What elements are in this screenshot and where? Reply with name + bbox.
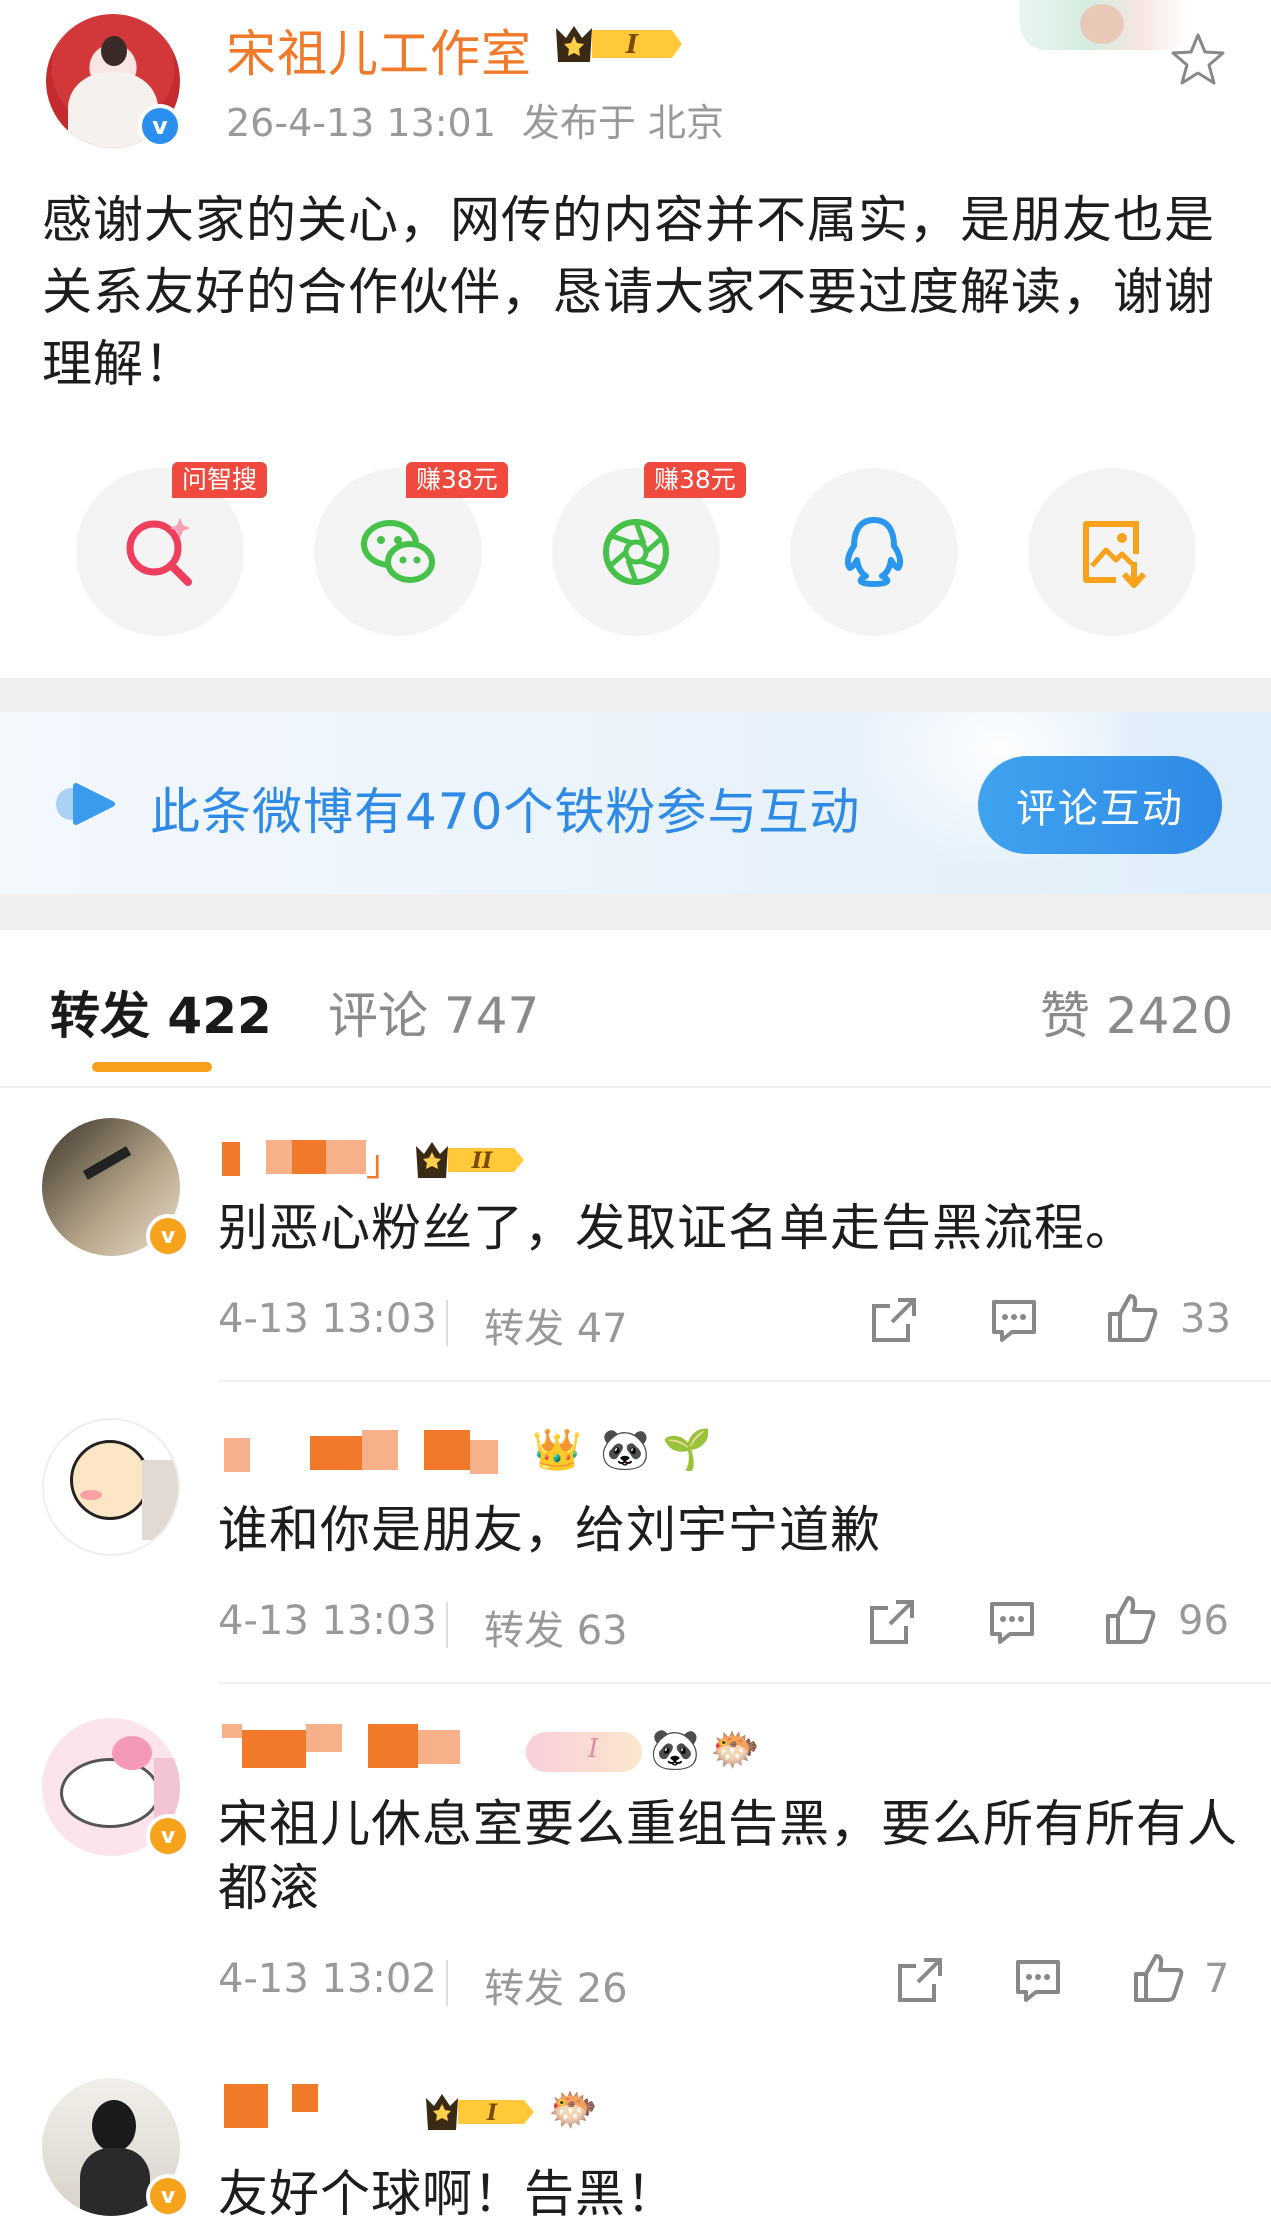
user-verified-icon: v [146,2174,190,2218]
favorite-star-icon[interactable] [1168,30,1228,90]
section-separator [0,678,1271,714]
repost-time: 4-13 13:03 [218,1598,437,1644]
like-icon[interactable] [1132,1952,1184,2004]
post-body-text: 感谢大家的关心，网传的内容并不属实，是朋友也是关系友好的合作伙伴，恳请大家不要过… [42,191,1215,393]
comment-icon[interactable] [988,1294,1040,1346]
user-vip-badge: I [426,2094,534,2130]
like-count: 7 [1204,1956,1230,2002]
author-name[interactable]: 宋祖儿工作室 [226,14,532,86]
post-date: 26-4-13 13:01 [226,101,496,145]
sprout-icon: 🌱 [662,1427,712,1473]
svg-text:I: I [625,30,639,60]
save-image-button[interactable] [1028,468,1196,636]
verified-icon: v [138,104,182,148]
panda-icon: 🐼 [650,1727,700,1773]
tab-repost[interactable]: 转发 422 [50,976,272,1048]
share-tag-ai: 问智搜 [172,462,268,498]
crown-badge-icon: 👑 [532,1427,582,1473]
repost-count[interactable]: 转发 63 [484,1598,628,1656]
user-vip-badge: II [416,1142,524,1178]
qq-icon [844,517,904,587]
vip-crown-icon[interactable]: I [552,20,684,68]
share-qq-button[interactable] [790,468,958,636]
panda-icon: 🐼 [600,1427,650,1473]
repost-count[interactable]: 转发 47 [484,1296,628,1354]
share-icon[interactable] [868,1294,920,1346]
decoration-face [1080,4,1124,44]
post-location: 发布于 北京 [521,101,724,145]
share-tag-moments: 赚38元 [644,462,746,498]
tab-divider [0,1086,1271,1088]
user-verified-icon: v [146,1814,190,1858]
comment-interact-button[interactable]: 评论互动 [978,756,1222,854]
user-avatar[interactable] [42,1418,180,1556]
fish-icon: 🐡 [710,1727,760,1773]
post-header: v 宋祖儿工作室 I 26-4-13 13:01 发布于 北京 [0,0,1271,160]
share-icon[interactable] [866,1596,918,1648]
section-separator [0,894,1271,930]
like-icon[interactable] [1106,1292,1158,1344]
repost-text: 别恶心粉丝了，发取证名单走告黑流程。 [218,1199,1136,1257]
like-count: 33 [1180,1296,1231,1342]
repost-text: 谁和你是朋友，给刘宇宁道歉 [218,1501,881,1559]
wechat-icon [361,520,435,583]
comment-icon[interactable] [986,1596,1038,1648]
share-tag-wechat: 赚38元 [406,462,508,498]
save-image-icon [1083,521,1147,588]
svg-text:II: II [471,1148,493,1174]
repost-text: 友好个球啊！告黑！ [218,2165,677,2223]
like-count: 96 [1178,1598,1229,1644]
active-tab-indicator [92,1062,212,1072]
share-row: 问智搜 赚38元 赚38元 [0,462,1271,648]
tab-comments[interactable]: 评论 747 [328,976,539,1048]
post-meta: 26-4-13 13:01 发布于 北京 [226,92,724,147]
user-vip-badge: I [526,1732,642,1772]
user-verified-icon: v [146,1214,190,1258]
like-icon[interactable] [1104,1594,1156,1646]
share-icon[interactable] [894,1954,946,2006]
repost-time: 4-13 13:03 [218,1296,437,1342]
svg-text:I: I [486,2100,498,2126]
ai-search-icon [126,518,192,586]
repost-count[interactable]: 转发 26 [484,1956,628,2014]
moments-icon [603,519,669,585]
comment-icon[interactable] [1012,1954,1064,2006]
fans-interact-text[interactable]: 此条微博有470个铁粉参与互动 [150,772,860,844]
fish-icon: 🐡 [548,2087,598,2133]
tab-likes[interactable]: 赞 2420 [1040,976,1233,1048]
repost-text: 宋祖儿休息室要么重组告黑，要么所有所有人都滚 [218,1795,1238,1917]
fans-interact-icon [56,783,115,825]
repost-time: 4-13 13:02 [218,1956,437,2002]
